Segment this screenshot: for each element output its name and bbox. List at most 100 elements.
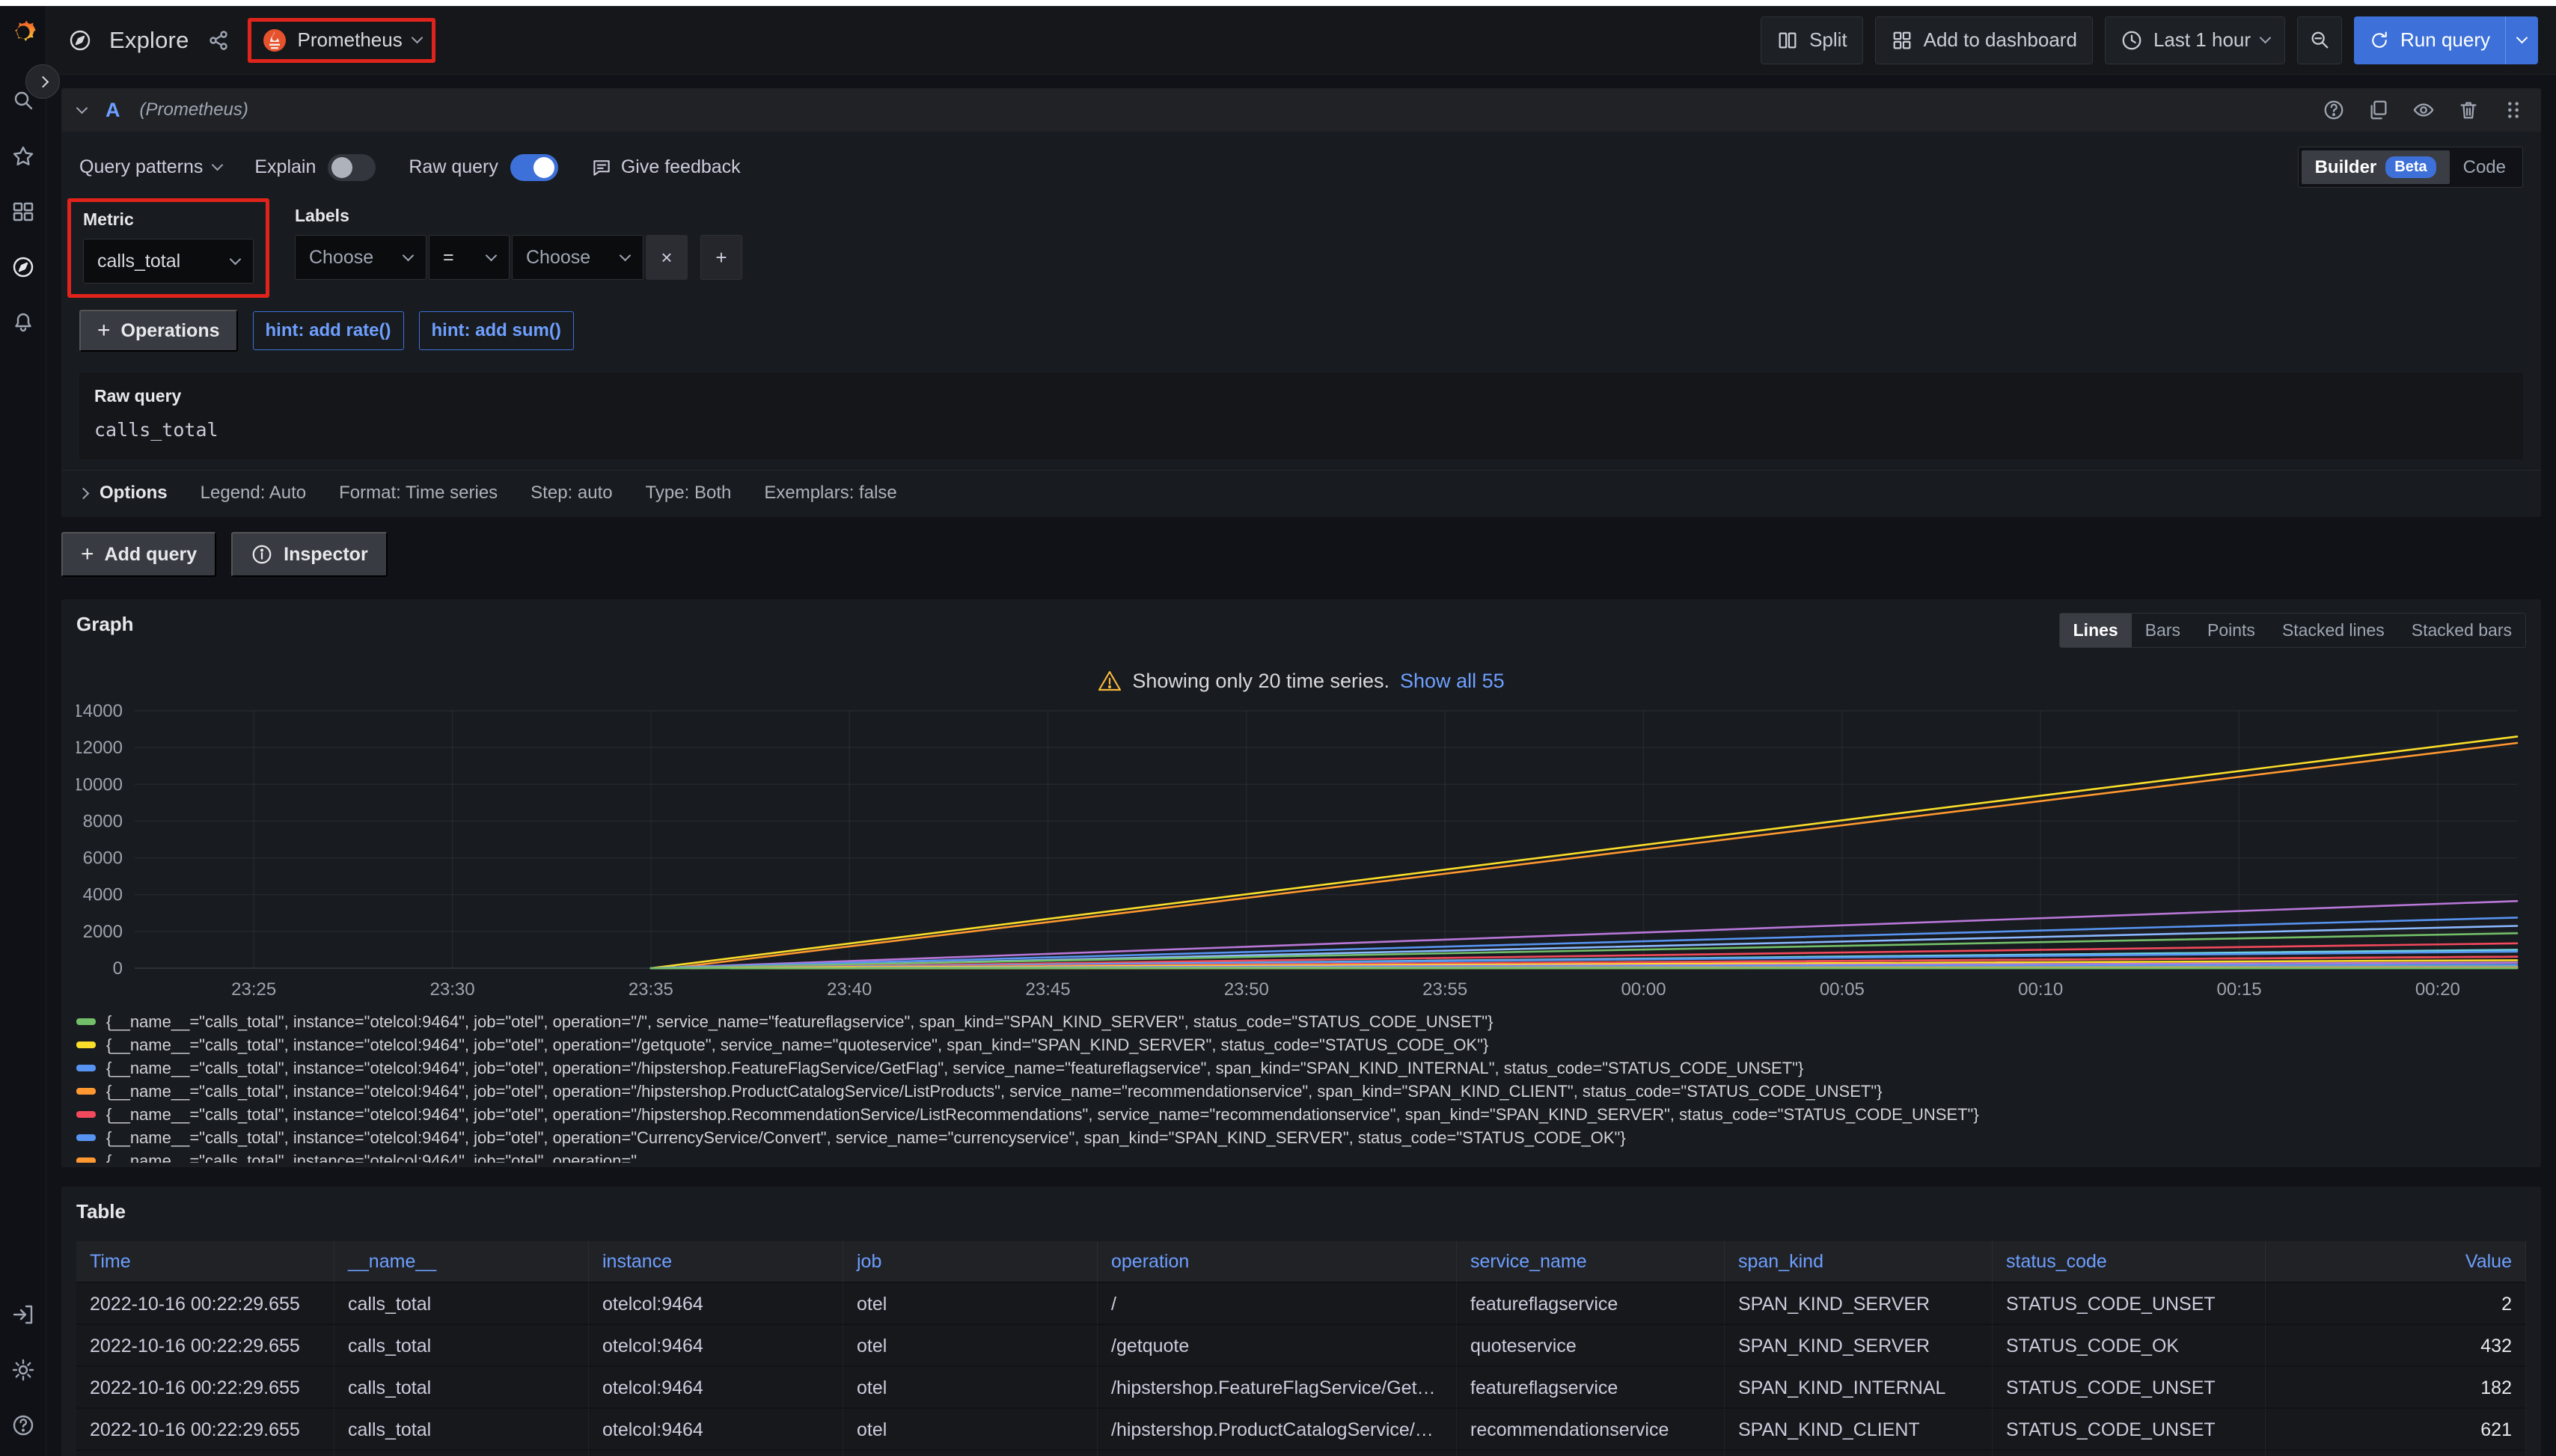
duplicate-query-icon[interactable] <box>2367 99 2390 121</box>
column-header-job[interactable]: job <box>843 1241 1098 1283</box>
table-cell: featureflagservice <box>1457 1283 1725 1325</box>
chevron-right-icon <box>78 487 90 499</box>
option-format: Format: Time series <box>339 483 498 504</box>
legend-item[interactable]: {__name__="calls_total", instance="otelc… <box>76 1080 2526 1103</box>
table-cell: 621 <box>2266 1451 2526 1456</box>
run-query-button[interactable]: Run query <box>2354 16 2538 64</box>
graph-mode-stacked-bars[interactable]: Stacked bars <box>2398 614 2525 647</box>
series-limit-warning: Showing only 20 time series. Show all 55 <box>76 669 2526 693</box>
options-toggle[interactable]: Options <box>79 483 168 504</box>
column-header-value[interactable]: Value <box>2266 1241 2526 1283</box>
column-header-servicename[interactable]: service_name <box>1457 1241 1725 1283</box>
table-cell: 182 <box>2266 1367 2526 1409</box>
table-cell: SPAN_KIND_SERVER <box>1725 1451 1993 1456</box>
hint-add-sum-button[interactable]: hint: add sum() <box>419 311 574 350</box>
raw-query-label: Raw query <box>94 386 2508 406</box>
query-row-header: A (Prometheus) <box>61 88 2541 132</box>
metric-select[interactable]: calls_total <box>83 239 254 284</box>
legend-item[interactable]: {__name__="calls_total", instance="otelc… <box>76 1149 2526 1163</box>
svg-text:23:45: 23:45 <box>1026 979 1071 1000</box>
graph-mode-lines[interactable]: Lines <box>2060 614 2132 647</box>
table-cell: featureflagservice <box>1457 1367 1725 1409</box>
column-header-name[interactable]: __name__ <box>334 1241 589 1283</box>
raw-query-preview: Raw query calls_total <box>79 373 2523 459</box>
legend-item[interactable]: {__name__="calls_total", instance="otelc… <box>76 1126 2526 1149</box>
column-header-time[interactable]: Time <box>76 1241 334 1283</box>
split-button[interactable]: Split <box>1761 16 1863 64</box>
code-mode-tab[interactable]: Code <box>2450 151 2519 184</box>
query-help-icon[interactable] <box>2323 99 2345 121</box>
legend-item[interactable]: {__name__="calls_total", instance="otelc… <box>76 1056 2526 1080</box>
builder-mode-tab[interactable]: Builder Beta <box>2302 150 2450 184</box>
add-operations-button[interactable]: + Operations <box>79 310 238 352</box>
give-feedback-link[interactable]: Give feedback <box>591 156 741 178</box>
hide-query-eye-icon[interactable] <box>2412 99 2435 121</box>
table-cell: calls_total <box>334 1283 589 1325</box>
explore-compass-icon <box>67 28 93 53</box>
time-range-picker[interactable]: Last 1 hour <box>2105 16 2285 64</box>
add-to-dashboard-button[interactable]: Add to dashboard <box>1875 16 2093 64</box>
table-cell: /getquote <box>1098 1325 1457 1367</box>
table-cell: /hipstershop.FeatureFlagService/GetFlag <box>1098 1367 1457 1409</box>
column-header-instance[interactable]: instance <box>589 1241 843 1283</box>
help-icon[interactable] <box>10 1413 36 1438</box>
legend-item[interactable]: {__name__="calls_total", instance="otelc… <box>76 1010 2526 1033</box>
hint-add-rate-button[interactable]: hint: add rate() <box>253 311 404 350</box>
svg-text:23:55: 23:55 <box>1422 979 1467 1000</box>
share-icon[interactable] <box>206 28 231 53</box>
drag-handle-icon[interactable] <box>2502 99 2525 121</box>
page-title: Explore <box>109 27 189 54</box>
star-icon[interactable] <box>10 144 36 169</box>
legend-label: {__name__="calls_total", instance="otelc… <box>106 1128 1626 1148</box>
query-patterns-dropdown[interactable]: Query patterns <box>79 156 221 178</box>
option-type: Type: Both <box>646 483 732 504</box>
label-key-select[interactable]: Choose <box>295 235 426 280</box>
beta-badge: Beta <box>2385 156 2436 178</box>
datasource-picker[interactable]: Prometheus <box>262 28 421 53</box>
table-cell: otel <box>843 1451 1098 1456</box>
column-header-operation[interactable]: operation <box>1098 1241 1457 1283</box>
query-toolbar: Query patterns Explain Raw query Give fe… <box>61 132 2541 194</box>
inspector-button[interactable]: Inspector <box>231 532 388 577</box>
warning-triangle-icon <box>1098 669 1122 693</box>
legend-item[interactable]: {__name__="calls_total", instance="otelc… <box>76 1103 2526 1126</box>
dashboards-icon[interactable] <box>10 199 36 224</box>
label-value-select[interactable]: Choose <box>512 235 643 280</box>
grafana-logo[interactable] <box>6 15 40 49</box>
label-operator-select[interactable]: = <box>429 235 510 280</box>
explore-compass-icon[interactable] <box>10 254 36 280</box>
remove-label-filter-button[interactable]: × <box>646 235 688 280</box>
add-label-filter-button[interactable]: + <box>700 235 742 280</box>
graph-mode-points[interactable]: Points <box>2194 614 2269 647</box>
query-ref-id[interactable]: A <box>106 99 120 122</box>
sign-in-icon[interactable] <box>10 1302 36 1327</box>
svg-text:6000: 6000 <box>83 848 123 869</box>
add-query-button[interactable]: + Add query <box>61 532 216 577</box>
legend-item[interactable]: {__name__="calls_total", instance="otelc… <box>76 1033 2526 1056</box>
column-header-statuscode[interactable]: status_code <box>1993 1241 2266 1283</box>
table-cell: otel <box>843 1367 1098 1409</box>
table-cell: / <box>1098 1283 1457 1325</box>
raw-query-toggle[interactable] <box>510 154 558 181</box>
svg-text:2000: 2000 <box>83 922 123 942</box>
datasource-highlight-frame: Prometheus <box>248 18 435 63</box>
delete-query-trash-icon[interactable] <box>2457 99 2480 121</box>
svg-text:0: 0 <box>113 958 123 979</box>
zoom-out-button[interactable] <box>2297 16 2342 64</box>
table-cell: 621 <box>2266 1409 2526 1451</box>
graph-mode-stacked-lines[interactable]: Stacked lines <box>2269 614 2398 647</box>
graph-mode-bars[interactable]: Bars <box>2132 614 2194 647</box>
column-header-spankind[interactable]: span_kind <box>1725 1241 1993 1283</box>
svg-text:00:15: 00:15 <box>2217 979 2262 1000</box>
gear-icon[interactable] <box>10 1357 36 1383</box>
run-query-caret[interactable] <box>2505 16 2538 64</box>
query-datasource-hint: (Prometheus) <box>140 100 248 120</box>
collapse-chevron-icon[interactable] <box>76 102 88 114</box>
legend-swatch <box>76 1157 96 1163</box>
table-panel-title: Table <box>76 1200 126 1223</box>
show-all-series-link[interactable]: Show all 55 <box>1400 670 1505 693</box>
explain-toggle[interactable] <box>328 154 376 181</box>
legend-swatch <box>76 1134 96 1141</box>
sidebar-expand-button[interactable] <box>25 64 60 99</box>
alerting-bell-icon[interactable] <box>10 310 36 335</box>
